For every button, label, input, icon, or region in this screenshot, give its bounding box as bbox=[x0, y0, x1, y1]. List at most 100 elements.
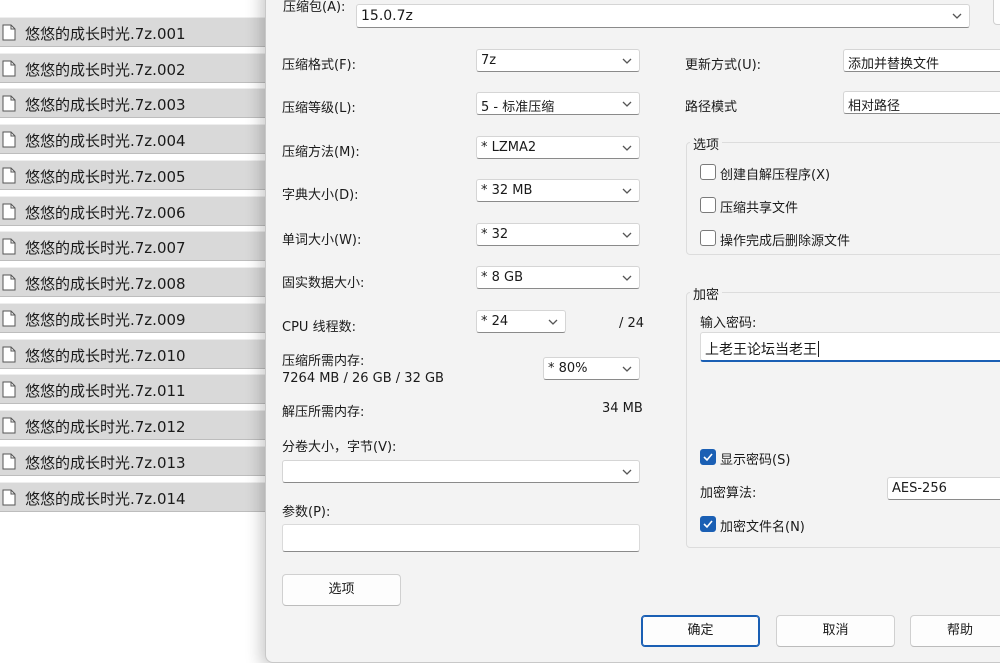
file-name: 悠悠的成长时光.7z.001 bbox=[25, 25, 186, 43]
memory-usage-combo[interactable]: * 80% bbox=[543, 357, 640, 380]
file-list-item[interactable]: 悠悠的成长时光.7z.006 bbox=[0, 196, 268, 226]
chevron-down-icon bbox=[622, 275, 632, 281]
password-label: 输入密码: bbox=[700, 316, 757, 331]
file-name: 悠悠的成长时光.7z.005 bbox=[25, 168, 186, 186]
solid-block-value: * 8 GB bbox=[481, 270, 524, 285]
compress-shared-checkbox[interactable]: 压缩共享文件 bbox=[700, 197, 900, 216]
file-icon bbox=[2, 453, 16, 470]
word-size-value: * 32 bbox=[481, 227, 509, 242]
file-name: 悠悠的成长时光.7z.007 bbox=[25, 239, 186, 257]
help-button[interactable]: 帮助 bbox=[910, 615, 1000, 647]
encryption-group-title: 加密 bbox=[690, 284, 723, 303]
file-icon bbox=[2, 238, 16, 255]
options-group-title: 选项 bbox=[690, 134, 723, 153]
file-list-item[interactable]: 悠悠的成长时光.7z.008 bbox=[0, 267, 268, 297]
options-button[interactable]: 选项 bbox=[282, 574, 401, 606]
file-icon bbox=[2, 489, 16, 506]
password-input[interactable]: 上老王论坛当老王 bbox=[700, 332, 1000, 362]
update-mode-label: 更新方式(U): bbox=[685, 58, 762, 73]
solid-block-combo[interactable]: * 8 GB bbox=[476, 266, 640, 289]
archive-name-combo[interactable]: 15.0.7z bbox=[356, 4, 970, 28]
file-icon bbox=[2, 131, 16, 148]
file-list-item[interactable]: 悠悠的成长时光.7z.002 bbox=[0, 53, 268, 83]
solid-block-label: 固实数据大小: bbox=[282, 276, 365, 291]
password-value: 上老王论坛当老王 bbox=[705, 342, 817, 358]
file-list-item[interactable]: 悠悠的成长时光.7z.007 bbox=[0, 231, 268, 261]
dictionary-value: * 32 MB bbox=[481, 183, 533, 198]
update-mode-combo[interactable]: 添加并替换文件 bbox=[843, 49, 1000, 72]
chevron-down-icon bbox=[952, 13, 962, 19]
path-mode-combo[interactable]: 相对路径 bbox=[843, 91, 1000, 114]
checkbox-box[interactable] bbox=[700, 164, 716, 180]
encrypt-filenames-checkbox[interactable]: 加密文件名(N) bbox=[700, 516, 860, 535]
cpu-threads-label: CPU 线程数: bbox=[282, 320, 356, 335]
checkmark-icon bbox=[703, 453, 713, 462]
checkbox-box[interactable] bbox=[700, 516, 716, 532]
checkbox-box[interactable] bbox=[700, 230, 716, 246]
file-list-item[interactable]: 悠悠的成长时光.7z.014 bbox=[0, 482, 268, 512]
file-icon bbox=[2, 203, 16, 220]
level-combo[interactable]: 5 - 标准压缩 bbox=[476, 92, 640, 115]
compression-memory-label: 压缩所需内存: bbox=[282, 354, 365, 369]
delete-after-checkbox[interactable]: 操作完成后删除源文件 bbox=[700, 230, 900, 249]
word-size-combo[interactable]: * 32 bbox=[476, 223, 640, 246]
file-list-item[interactable]: 悠悠的成长时光.7z.009 bbox=[0, 303, 268, 333]
file-list-item[interactable]: 悠悠的成长时光.7z.003 bbox=[0, 88, 268, 118]
level-label: 压缩等级(L): bbox=[282, 101, 356, 116]
browse-button[interactable] bbox=[993, 0, 1000, 25]
parameters-input[interactable] bbox=[282, 524, 640, 552]
chevron-down-icon bbox=[622, 232, 632, 238]
show-password-label: 显示密码(S) bbox=[720, 453, 791, 468]
volume-size-label: 分卷大小，字节(V): bbox=[282, 440, 397, 455]
decompression-memory-value: 34 MB bbox=[602, 401, 643, 416]
decompression-memory-label: 解压所需内存: bbox=[282, 405, 365, 420]
checkbox-box[interactable] bbox=[700, 449, 716, 465]
parameters-label: 参数(P): bbox=[282, 505, 331, 520]
file-list-item[interactable]: 悠悠的成长时光.7z.012 bbox=[0, 410, 268, 440]
encryption-method-value: AES-256 bbox=[892, 481, 947, 496]
create-sfx-checkbox[interactable]: 创建自解压程序(X) bbox=[700, 164, 900, 183]
archive-name-value: 15.0.7z bbox=[361, 8, 413, 24]
memory-usage-value: * 80% bbox=[548, 361, 588, 376]
encrypt-filenames-label: 加密文件名(N) bbox=[720, 520, 805, 535]
file-icon bbox=[2, 60, 16, 77]
checkbox-box[interactable] bbox=[700, 197, 716, 213]
format-label: 压缩格式(F): bbox=[282, 58, 357, 73]
file-name: 悠悠的成长时光.7z.006 bbox=[25, 204, 186, 222]
path-mode-label: 路径模式 bbox=[685, 100, 738, 115]
chevron-down-icon bbox=[622, 188, 632, 194]
file-list: 悠悠的成长时光.7z.001 悠悠的成长时光.7z.002 悠悠的成长时光.7z… bbox=[0, 0, 268, 663]
file-name: 悠悠的成长时光.7z.008 bbox=[25, 275, 186, 293]
file-name: 悠悠的成长时光.7z.012 bbox=[25, 418, 186, 436]
cancel-button[interactable]: 取消 bbox=[776, 615, 895, 647]
file-icon bbox=[2, 274, 16, 291]
dictionary-combo[interactable]: * 32 MB bbox=[476, 179, 640, 202]
file-name: 悠悠的成长时光.7z.010 bbox=[25, 347, 186, 365]
cpu-threads-value: * 24 bbox=[481, 314, 509, 329]
format-value: 7z bbox=[481, 53, 497, 68]
file-list-item[interactable]: 悠悠的成长时光.7z.010 bbox=[0, 339, 268, 369]
file-icon bbox=[2, 346, 16, 363]
show-password-checkbox[interactable]: 显示密码(S) bbox=[700, 449, 860, 468]
file-name: 悠悠的成长时光.7z.009 bbox=[25, 311, 186, 329]
delete-after-label: 操作完成后删除源文件 bbox=[720, 234, 851, 249]
file-list-item[interactable]: 悠悠的成长时光.7z.005 bbox=[0, 160, 268, 190]
archive-label: 压缩包(A): bbox=[283, 0, 346, 15]
file-icon bbox=[2, 310, 16, 327]
ok-button[interactable]: 确定 bbox=[641, 615, 760, 647]
file-icon bbox=[2, 167, 16, 184]
volume-size-combo[interactable] bbox=[282, 460, 640, 483]
format-combo[interactable]: 7z bbox=[476, 49, 640, 72]
file-list-item[interactable]: 悠悠的成长时光.7z.001 bbox=[0, 17, 268, 47]
word-size-label: 单词大小(W): bbox=[282, 233, 362, 248]
file-list-item[interactable]: 悠悠的成长时光.7z.013 bbox=[0, 446, 268, 476]
method-combo[interactable]: * LZMA2 bbox=[476, 136, 640, 159]
file-list-item[interactable]: 悠悠的成长时光.7z.011 bbox=[0, 374, 268, 404]
chevron-down-icon bbox=[622, 145, 632, 151]
encryption-method-combo[interactable]: AES-256 bbox=[887, 477, 1000, 500]
method-label: 压缩方法(M): bbox=[282, 145, 360, 160]
text-caret bbox=[818, 341, 819, 357]
file-list-item[interactable]: 悠悠的成长时光.7z.004 bbox=[0, 124, 268, 154]
dictionary-label: 字典大小(D): bbox=[282, 188, 359, 203]
cpu-threads-combo[interactable]: * 24 bbox=[476, 310, 566, 333]
